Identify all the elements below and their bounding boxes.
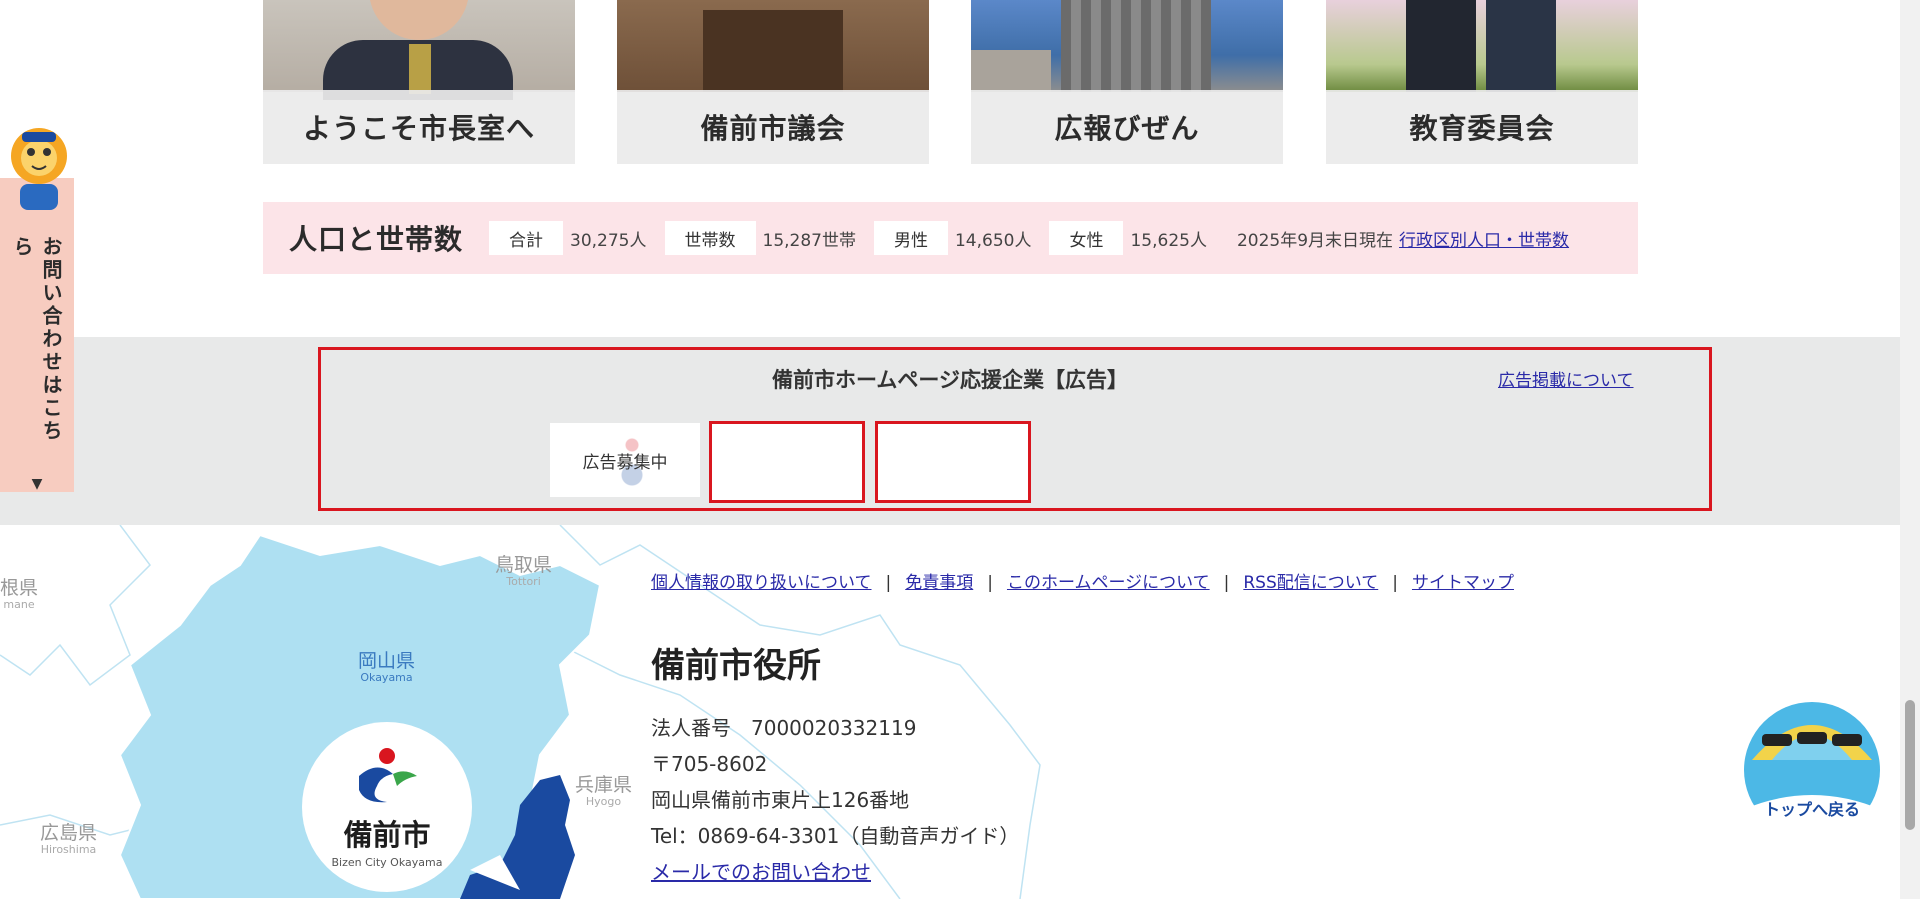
male-tag: 男性 [873, 221, 948, 255]
footer-link-disclaimer[interactable]: 免責事項 [905, 573, 973, 593]
bizen-emblem-icon [359, 747, 417, 802]
label-tottori: 鳥取県 Tottori [495, 554, 553, 588]
feature-cards: ようこそ市長室へ 備前市議会 広報びぜん 教育委員会 [263, 0, 1638, 164]
card-mayor[interactable]: ようこそ市長室へ [263, 0, 575, 164]
back-to-top-label: トップへ戻る [1763, 800, 1860, 819]
mayor-photo [263, 0, 575, 100]
back-to-top-button[interactable]: トップへ戻る [1742, 700, 1882, 845]
total-tag: 合計 [489, 221, 564, 255]
label-shimane: 根県 mane [0, 577, 39, 611]
households-tag: 世帯数 [664, 221, 756, 255]
male-value: 14,650人 [954, 230, 1032, 251]
card-council-label: 備前市議会 [617, 90, 929, 164]
ad-slot-empty-1[interactable] [709, 421, 865, 503]
corp-number: 法人番号 7000020332119 [651, 716, 917, 740]
footer-link-rss[interactable]: RSS配信について [1243, 573, 1378, 593]
contact-tab-label: お問い合わせはこちら [10, 236, 63, 443]
council-photo [617, 0, 929, 92]
scrollbar-thumb[interactable] [1905, 700, 1915, 830]
ad-slot-empty-2[interactable] [875, 421, 1031, 503]
footer-link-about[interactable]: このホームページについて [1007, 573, 1210, 593]
ad-slot-recruiting[interactable]: 広告募集中 [550, 423, 700, 497]
card-education[interactable]: 教育委員会 [1326, 0, 1638, 164]
bizen-city-logo: 備前市 Bizen City Okayama [302, 722, 472, 892]
city-name: 備前市 [343, 817, 431, 852]
ad-about-link[interactable]: 広告掲載について [1498, 366, 1634, 391]
total-value: 30,275人 [570, 230, 647, 251]
office-name: 備前市役所 [651, 646, 821, 686]
population-title: 人口と世帯数 [289, 223, 464, 256]
footer-link-sitemap[interactable]: サイトマップ [1412, 573, 1514, 593]
female-value: 15,625人 [1130, 230, 1207, 251]
contact-side-tab[interactable]: お問い合わせはこちら ▼ [0, 178, 74, 492]
office-tel: Tel：0869-64-3301（自動音声ガイド） [651, 824, 1020, 848]
education-photo [1326, 0, 1638, 92]
population-date: 2025年9月末日現在 [1236, 230, 1394, 251]
footer-link-privacy[interactable]: 個人情報の取り扱いについて [651, 573, 872, 593]
footer-links: 個人情報の取り扱いについて | 免責事項 | このホームページについて | RSS配信につい… [651, 573, 1514, 593]
population-bar: 人口と世帯数 合計 30,275人 世帯数 15,287世帯 男性 14,650… [263, 202, 1638, 274]
card-pr-magazine[interactable]: 広報びぜん [971, 0, 1283, 164]
ad-slot-recruiting-label: 広告募集中 [582, 452, 668, 473]
mascot-icon [11, 128, 67, 210]
postal-code: 〒705-8602 [651, 752, 768, 776]
label-hyogo: 兵庫県 Hyogo [575, 774, 633, 808]
chevron-down-icon: ▼ [31, 476, 43, 492]
female-tag: 女性 [1049, 221, 1124, 255]
card-pr-label: 広報びぜん [971, 90, 1283, 164]
label-okayama: 岡山県 Okayama [358, 650, 416, 684]
city-subtitle: Bizen City Okayama [331, 855, 443, 869]
district-population-link[interactable]: 行政区別人口・世帯数 [1399, 226, 1569, 251]
card-mayor-label: ようこそ市長室へ [263, 90, 575, 164]
label-hiroshima: 広島県 Hiroshima [40, 822, 98, 856]
pr-photo [971, 0, 1283, 92]
mail-contact-link[interactable]: メールでのお問い合わせ [651, 856, 871, 885]
office-address: 岡山県備前市東片上126番地 [651, 788, 910, 812]
households-value: 15,287世帯 [762, 230, 856, 251]
card-education-label: 教育委員会 [1326, 90, 1638, 164]
card-council[interactable]: 備前市議会 [617, 0, 929, 164]
